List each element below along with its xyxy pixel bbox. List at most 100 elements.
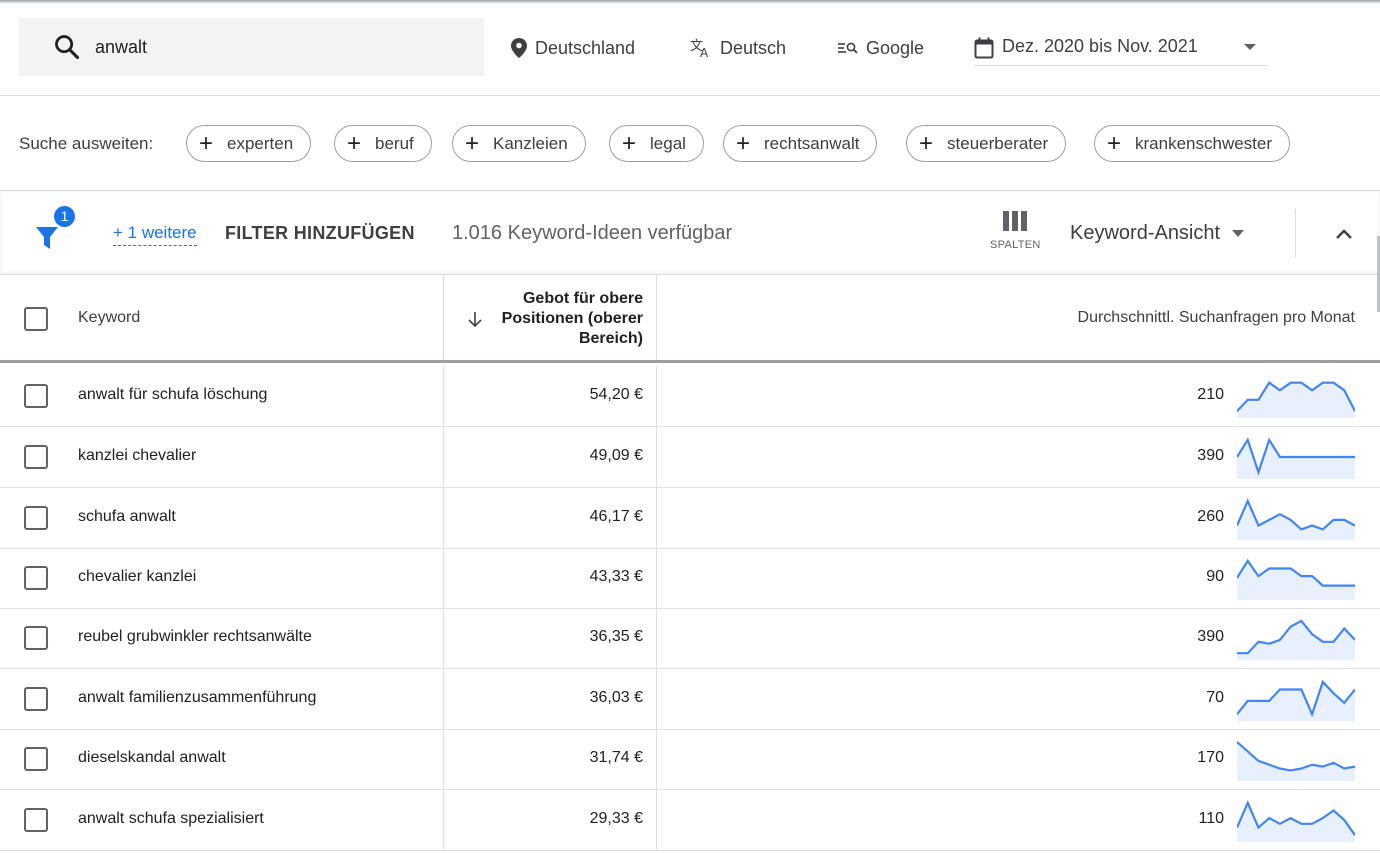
chip-experten[interactable]: + experten (186, 125, 312, 162)
search-toolbar: anwalt Deutschland 文 A Deutsch Google De… (0, 0, 1380, 96)
row-checkbox[interactable] (24, 687, 48, 711)
search-query: anwalt (95, 36, 148, 57)
header-avg-searches[interactable]: Durchschnittl. Suchanfragen pro Monat (1078, 309, 1355, 327)
header-bid-label: Gebot für obere Positionen (oberer Berei… (501, 290, 643, 347)
network-label: Google (866, 37, 925, 58)
add-filter-button[interactable]: FILTER HINZUFÜGEN (225, 223, 415, 244)
row-checkbox[interactable] (24, 445, 48, 469)
sparkline-area (1237, 741, 1355, 781)
table-row: schufa anwalt 46,17 € 260 (0, 488, 1380, 549)
bid-cell-box: 36,03 € (443, 669, 657, 729)
trend-sparkline (1237, 558, 1355, 600)
chevron-up-icon[interactable] (1332, 224, 1356, 244)
more-filters-link[interactable]: + 1 weitere (113, 223, 197, 246)
keyword-cell: kanzlei chevalier (78, 447, 197, 464)
bid-cell-box: 29,33 € (443, 790, 657, 850)
bid-cell: 36,35 € (589, 628, 643, 645)
language-label: Deutsch (720, 37, 787, 58)
row-checkbox[interactable] (24, 808, 48, 832)
keyword-cell: chevalier kanzlei (78, 568, 197, 585)
columns-label: SPALTEN (990, 239, 1041, 251)
avg-searches-cell: 110 (1198, 810, 1224, 827)
row-checkbox[interactable] (24, 626, 48, 650)
sort-down-arrow-icon (468, 312, 482, 328)
bid-cell: 46,17 € (589, 508, 643, 525)
chip-rechtsanwalt[interactable]: + rechtsanwalt (723, 125, 878, 162)
network-filter[interactable]: Google (838, 34, 924, 62)
bid-cell: 49,09 € (589, 447, 643, 464)
keyword-cell: anwalt für schufa löschung (78, 386, 268, 403)
table-row: chevalier kanzlei 43,33 € 90 (0, 548, 1380, 609)
chip-beruf[interactable]: + beruf (334, 125, 432, 162)
trend-sparkline (1237, 498, 1355, 540)
trend-sparkline (1237, 741, 1355, 781)
avg-searches-cell: 260 (1197, 508, 1224, 525)
table-row: dieselskandal anwalt 31,74 € 170 (0, 729, 1380, 790)
plus-icon: + (1107, 129, 1122, 157)
translate-icon: 文 A (690, 39, 709, 58)
chip-kanzleien[interactable]: + Kanzleien (452, 125, 586, 162)
caret-down-icon (1232, 230, 1245, 237)
plus-icon: + (919, 129, 934, 157)
search-icon (55, 35, 80, 60)
avg-searches-cell: 210 (1197, 386, 1224, 403)
keyword-cell: anwalt familienzusammenführung (78, 689, 317, 706)
location-filter[interactable]: Deutschland (511, 34, 635, 62)
bid-cell: 29,33 € (589, 810, 643, 827)
columns-icon (990, 211, 1040, 231)
keyword-ideas-count: 1.016 Keyword-Ideen verfügbar (452, 222, 733, 244)
chevron-down-icon (1244, 44, 1256, 50)
sparkline-area (1237, 560, 1355, 600)
plus-icon: + (622, 129, 637, 157)
bid-cell-box: 54,20 € (443, 366, 657, 426)
row-checkbox[interactable] (24, 747, 48, 771)
bid-cell: 54,20 € (589, 386, 643, 403)
filter-count-badge: 1 (54, 206, 75, 227)
trend-sparkline (1237, 800, 1355, 842)
bid-cell: 43,33 € (589, 568, 643, 585)
trend-sparkline (1237, 381, 1355, 418)
keyword-cell: dieselskandal anwalt (78, 749, 226, 766)
table-row: anwalt für schufa löschung 54,20 € 210 (0, 366, 1380, 427)
header-keyword[interactable]: Keyword (78, 309, 140, 327)
chip-steuerberater[interactable]: + steuerberater (906, 125, 1067, 162)
plus-icon: + (347, 129, 362, 157)
keyword-view-select[interactable]: Keyword-Ansicht (1070, 222, 1245, 245)
plus-icon: + (199, 129, 214, 157)
select-all-checkbox[interactable] (24, 307, 48, 331)
row-checkbox[interactable] (24, 566, 48, 590)
avg-searches-cell: 70 (1206, 689, 1224, 706)
columns-button[interactable]: SPALTEN (990, 211, 1040, 263)
chip-legal[interactable]: + legal (609, 125, 704, 162)
trend-sparkline (1237, 437, 1355, 479)
keyword-view-label: Keyword-Ansicht (1070, 222, 1221, 244)
language-filter[interactable]: 文 A Deutsch (690, 34, 786, 62)
chip-label: Kanzleien (493, 133, 568, 153)
location-pin-icon (511, 38, 527, 58)
plus-icon: + (465, 129, 480, 157)
trend-sparkline (1237, 619, 1355, 660)
row-checkbox[interactable] (24, 506, 48, 530)
expand-search-label: Suche ausweiten: (19, 134, 154, 153)
bid-cell-box: 49,09 € (443, 427, 657, 487)
chip-label: rechtsanwalt (764, 133, 860, 153)
row-checkbox[interactable] (24, 384, 48, 408)
table-header: Keyword Gebot für obere Positionen (ober… (0, 275, 1380, 363)
bid-cell-box: 36,35 € (443, 608, 657, 668)
location-label: Deutschland (535, 37, 636, 58)
search-input[interactable]: anwalt (19, 18, 484, 76)
date-range-label: Dez. 2020 bis Nov. 2021 (1002, 36, 1198, 56)
avg-searches-cell: 170 (1197, 749, 1224, 766)
plus-icon: + (736, 129, 751, 157)
search-network-icon (838, 42, 858, 54)
bid-cell-box: 31,74 € (443, 729, 657, 789)
sparkline-area (1237, 802, 1355, 842)
keyword-cell: reubel grubwinkler rechtsanwälte (78, 628, 312, 645)
header-bid[interactable]: Gebot für obere Positionen (oberer Berei… (443, 275, 657, 360)
chip-label: krankenschwester (1135, 133, 1273, 153)
chip-label: experten (227, 133, 294, 153)
date-range-select[interactable]: Dez. 2020 bis Nov. 2021 (974, 32, 1268, 66)
table-row: kanzlei chevalier 49,09 € 390 (0, 427, 1380, 488)
avg-searches-cell: 390 (1197, 447, 1224, 464)
chip-krankenschwester[interactable]: + krankenschwester (1094, 125, 1291, 162)
